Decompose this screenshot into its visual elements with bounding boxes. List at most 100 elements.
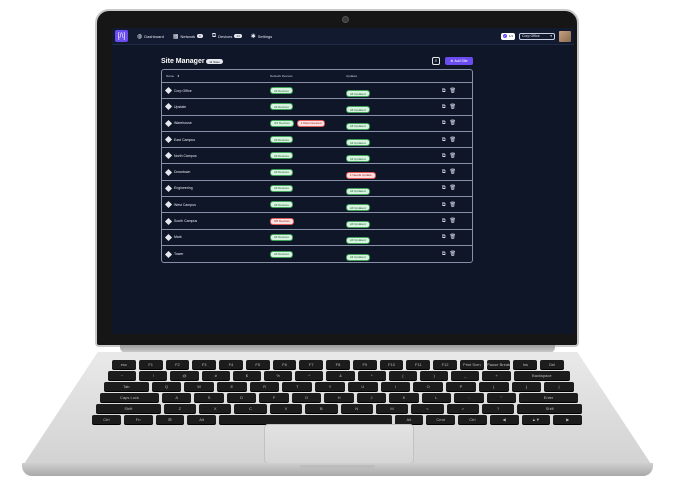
site-name: Tower (174, 252, 184, 257)
keyboard-row: Caps Lock A S D F G H J K L: " Enter (100, 393, 579, 402)
devices-badge: All Devices (270, 136, 293, 144)
nav-devices[interactable]: ⧉ Devices 14 (212, 33, 242, 40)
table-row[interactable]: Corp Office All Devices All Updated ⧉ 🗑 (162, 83, 472, 100)
keyboard-key: F1 (138, 360, 163, 369)
keyboard-key: F11 (406, 360, 431, 369)
table-row[interactable]: West Campus All Devices All Updated ⧉ 🗑 (162, 196, 472, 214)
copy-icon[interactable]: ⧉ (442, 234, 446, 240)
devices-cell: All Devices (270, 152, 346, 160)
table-row[interactable]: Upstate All Devices All Updated ⧉ 🗑 (162, 98, 472, 116)
site-name-cell: West Campus (162, 201, 270, 209)
actions-cell: ⧉ 🗑 (442, 88, 470, 94)
table-row[interactable]: Engineering All Devices All Updated ⧉ 🗑 (162, 181, 472, 198)
devices-cell: 0/5 Devices (270, 217, 346, 225)
devices-badge: All Devices (270, 103, 293, 111)
updates-cell: All Updated (346, 196, 442, 214)
keyboard-key: F4 (219, 360, 243, 369)
trash-icon[interactable]: 🗑 (450, 251, 456, 257)
table-row[interactable]: East Campus All Devices All Updated ⧉ 🗑 (162, 132, 472, 149)
copy-icon[interactable]: ⧉ (442, 202, 446, 208)
updates-badge: All Updated (346, 139, 370, 147)
updates-cell: 1 Needs Update (346, 163, 442, 181)
keyboard-key: V (269, 404, 303, 413)
keyboard-key: ( (388, 371, 418, 380)
status-pill[interactable]: ✓ 1/4 (500, 32, 515, 40)
nav-network[interactable]: ▦ Network 6 (173, 33, 203, 40)
actions-cell: ⧉ 🗑 (442, 234, 470, 240)
copy-icon[interactable]: ⧉ (442, 153, 446, 159)
updates-badge: All Updated (346, 220, 370, 228)
app-logo[interactable]: [/\] (115, 30, 128, 42)
copy-icon[interactable]: ⧉ (442, 120, 446, 126)
nav-label: Settings (257, 33, 273, 39)
webcam (342, 16, 349, 23)
column-devices: Network Devices (270, 74, 293, 78)
trash-icon[interactable]: 🗑 (450, 218, 456, 224)
site-count-badge: 11 Sites (206, 59, 223, 64)
actions-cell: ⧉ 🗑 (442, 202, 470, 208)
nav-settings[interactable]: ✱ Settings (251, 33, 272, 40)
laptop-notch (300, 465, 375, 470)
copy-icon[interactable]: ⧉ (442, 137, 446, 143)
updates-badge: All Updated (346, 155, 370, 163)
keyboard-key: F6 (272, 360, 297, 369)
site-name-cell: Downtown (162, 168, 270, 176)
keyboard-key: P (446, 382, 476, 391)
site-icon (164, 217, 173, 225)
site-icon (164, 201, 173, 209)
keyboard-key: ▲▼ (521, 415, 551, 424)
keyboard-key: A (161, 393, 192, 402)
trash-icon[interactable]: 🗑 (450, 185, 456, 191)
actions-cell: ⧉ 🗑 (442, 153, 470, 159)
keyboard-key: F (259, 393, 289, 402)
keyboard-key: Backspace (513, 371, 571, 380)
table-row[interactable]: Warehouse 3/4 Devices 1 Disconnected All… (162, 116, 472, 132)
keyboard-key: Enter (519, 393, 579, 402)
sites-table: Name ⬍ Network Devices Updates Corp Offi… (161, 69, 473, 263)
table-row[interactable]: Downtown All Devices 1 Needs Update ⧉ 🗑 (162, 163, 472, 181)
trash-icon[interactable]: 🗑 (450, 169, 456, 175)
table-row[interactable]: South Campus 0/5 Devices All Updated ⧉ 🗑 (162, 213, 472, 230)
trash-icon[interactable]: 🗑 (450, 137, 456, 143)
add-site-button[interactable]: ⊕ Add Site (445, 57, 473, 65)
trash-icon[interactable]: 🗑 (450, 88, 456, 94)
copy-icon[interactable]: ⧉ (442, 185, 446, 191)
copy-icon[interactable]: ⧉ (442, 218, 446, 224)
avatar[interactable] (559, 30, 571, 42)
actions-cell: ⧉ 🗑 (442, 120, 470, 126)
devices-cell: All Devices (270, 168, 346, 176)
table-row[interactable]: Tower All Devices All Updated ⧉ 🗑 (162, 246, 472, 262)
site-name: East Campus (174, 137, 196, 142)
trash-icon[interactable]: 🗑 (450, 104, 456, 110)
table-row[interactable]: North Campus All Devices All Updated ⧉ 🗑 (162, 148, 472, 165)
copy-icon[interactable]: ⧉ (442, 104, 446, 110)
keyboard-key: & (326, 371, 355, 380)
updates-badge: All Updated (346, 236, 370, 244)
trash-icon[interactable]: 🗑 (450, 120, 456, 126)
keyboard-key: R (249, 382, 280, 391)
site-icon (164, 135, 173, 144)
keyboard-key: Tab (104, 382, 149, 391)
network-icon: ▦ (172, 33, 179, 40)
keyboard-key: F7 (299, 360, 324, 369)
keyboard-key: % (264, 371, 293, 380)
updates-cell: All Updated (346, 245, 442, 263)
copy-icon[interactable]: ⧉ (442, 88, 446, 94)
site-name: Upstate (174, 104, 187, 109)
copy-icon[interactable]: ⧉ (442, 251, 446, 257)
trash-icon[interactable]: 🗑 (450, 153, 456, 159)
keyboard: esc F1 F2 F3 F4 F5 F6 F7 F8 F9 F10 F11 F12 Print Scrn… (92, 360, 583, 424)
updates-cell: All Updated (346, 98, 442, 116)
updates-badge: All Updated (346, 204, 370, 212)
search-button[interactable]: ⌕ (432, 57, 440, 65)
keyboard-key: F2 (165, 360, 190, 369)
trash-icon[interactable]: 🗑 (450, 202, 456, 208)
nav-dashboard[interactable]: ◍ Dashboard (137, 33, 164, 40)
copy-icon[interactable]: ⧉ (442, 169, 446, 175)
column-name[interactable]: Name ⬍ (162, 74, 270, 78)
keyboard-key: Pause Break (486, 360, 511, 369)
trash-icon[interactable]: 🗑 (450, 234, 456, 240)
site-select[interactable]: Corp Office ▾ (519, 32, 555, 40)
table-row[interactable]: Mark All Devices All Updated ⧉ 🗑 (162, 230, 472, 246)
site-icon (164, 103, 173, 111)
